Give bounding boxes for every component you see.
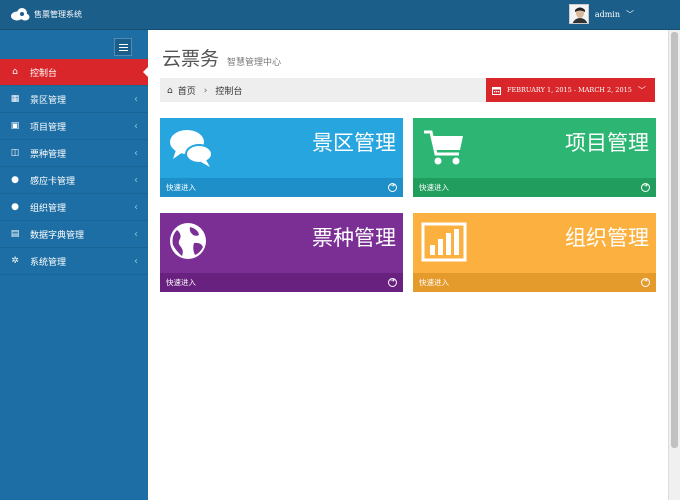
sidebar-item-label: 组织管理 — [30, 203, 67, 214]
gears-icon: ✲ — [11, 256, 19, 266]
page-scrollbar[interactable] — [668, 30, 680, 500]
tile-footer-label: 快速进入 — [419, 183, 449, 192]
table-icon: ▤ — [10, 229, 20, 239]
calendar-icon — [492, 86, 501, 95]
comments-icon — [170, 130, 213, 167]
tile-footer-label: 快速进入 — [166, 183, 196, 192]
sidebar-item-ticket-types[interactable]: ◫ 票种管理 ‹ — [0, 140, 148, 167]
tile-title: 组织管理 — [565, 226, 649, 250]
date-range-label: FEBRUARY 1, 2015 - MARCH 2, 2015 — [507, 86, 632, 94]
home-icon: ⌂ — [167, 85, 173, 96]
tile-organization-management[interactable]: 组织管理 快速进入 — [413, 213, 656, 292]
sidebar-item-dashboard[interactable]: ⌂ 控制台 — [0, 59, 149, 86]
sidebar-item-label: 数据字典管理 — [30, 230, 85, 241]
sidebar-item-projects[interactable]: ▣ 项目管理 ‹ — [0, 113, 148, 140]
page-subtitle: 智慧管理中心 — [227, 58, 282, 68]
sidebar-item-organization[interactable]: ● 组织管理 ‹ — [0, 194, 148, 221]
tile-scenic-management[interactable]: 景区管理 快速进入 — [160, 118, 403, 197]
arrow-circle-right-icon — [641, 277, 650, 287]
avatar[interactable] — [568, 4, 589, 24]
page-title: 云票务 — [162, 48, 220, 70]
chevron-right-icon: › — [203, 85, 208, 96]
sidebar-item-dictionary[interactable]: ▤ 数据字典管理 ‹ — [0, 221, 148, 248]
date-range-picker[interactable]: FEBRUARY 1, 2015 - MARCH 2, 2015 ﹀ — [486, 78, 655, 102]
sidebar-menu: ⌂ 控制台 ▦ 景区管理 ‹ ▣ 项目管理 ‹ ◫ 票种管理 ‹ ● 感应卡管理… — [0, 59, 149, 275]
chevron-left-icon: ‹ — [134, 228, 138, 240]
arrow-circle-right-icon — [388, 277, 397, 287]
arrow-circle-right-icon — [641, 182, 650, 192]
tile-title: 景区管理 — [312, 131, 396, 155]
chevron-left-icon: ‹ — [134, 147, 138, 159]
ticket-icon: ◫ — [10, 148, 20, 158]
home-icon: ⌂ — [12, 67, 18, 77]
tile-footer-label: 快速进入 — [166, 278, 196, 287]
sidebar-item-label: 感应卡管理 — [30, 176, 76, 187]
tile-project-management[interactable]: 项目管理 快速进入 — [413, 118, 656, 197]
app-name: 售票管理系统 — [34, 9, 82, 19]
arrow-circle-right-icon — [388, 182, 397, 192]
cloud-icon — [11, 8, 30, 21]
user-icon: ● — [11, 202, 19, 212]
sidebar-item-cards[interactable]: ● 感应卡管理 ‹ — [0, 167, 148, 194]
sidebar-item-scenic[interactable]: ▦ 景区管理 ‹ — [0, 86, 148, 113]
chevron-down-icon: ﹀ — [637, 85, 646, 95]
tile-ticket-management[interactable]: 票种管理 快速进入 — [160, 213, 403, 292]
sidebar: ⌂ 控制台 ▦ 景区管理 ‹ ▣ 项目管理 ‹ ◫ 票种管理 ‹ ● 感应卡管理… — [0, 30, 149, 500]
app-logo[interactable]: 售票管理系统 — [10, 7, 82, 21]
tile-footer[interactable]: 快速进入 — [160, 178, 403, 197]
sidebar-item-label: 项目管理 — [30, 122, 67, 133]
sidebar-item-system[interactable]: ✲ 系统管理 ‹ — [0, 248, 148, 275]
sidebar-toggle-button[interactable] — [114, 38, 132, 56]
globe-icon — [170, 223, 206, 259]
chevron-left-icon: ‹ — [134, 93, 138, 105]
sidebar-item-label: 票种管理 — [30, 149, 67, 160]
sidebar-item-label: 景区管理 — [30, 95, 67, 106]
chevron-left-icon: ‹ — [134, 201, 138, 213]
breadcrumb-bar: ⌂ 首页 › 控制台 FEBRUARY 1, 2015 - MARCH 2, 2… — [160, 78, 655, 102]
briefcase-icon: ▣ — [10, 121, 20, 131]
tile-footer[interactable]: 快速进入 — [413, 273, 656, 292]
tile-footer[interactable]: 快速进入 — [413, 178, 656, 197]
chevron-down-icon[interactable]: ﹀ — [626, 9, 634, 20]
user-menu[interactable]: admin ﹀ — [568, 4, 634, 24]
tile-footer-label: 快速进入 — [419, 278, 449, 287]
breadcrumb: ⌂ 首页 › 控制台 — [167, 84, 243, 98]
sidebar-item-label: 系统管理 — [30, 257, 67, 268]
breadcrumb-home-link[interactable]: 首页 — [178, 84, 196, 97]
top-navbar: 售票管理系统 admin ﹀ — [0, 0, 680, 30]
bar-chart-icon — [421, 222, 467, 262]
shopping-cart-icon — [424, 130, 463, 165]
sidebar-item-label: 控制台 — [30, 68, 58, 79]
chevron-left-icon: ‹ — [134, 120, 138, 132]
chevron-left-icon: ‹ — [134, 174, 138, 186]
breadcrumb-current: 控制台 — [215, 87, 243, 97]
scrollbar-thumb[interactable] — [671, 32, 678, 448]
tile-footer[interactable]: 快速进入 — [160, 273, 403, 292]
page-header: 云票务 智慧管理中心 — [162, 44, 281, 71]
user-icon: ● — [11, 175, 19, 185]
chevron-left-icon: ‹ — [134, 255, 138, 267]
grid-icon: ▦ — [10, 94, 20, 104]
tile-title: 项目管理 — [565, 131, 649, 155]
username[interactable]: admin — [595, 10, 620, 19]
tile-title: 票种管理 — [312, 226, 396, 250]
